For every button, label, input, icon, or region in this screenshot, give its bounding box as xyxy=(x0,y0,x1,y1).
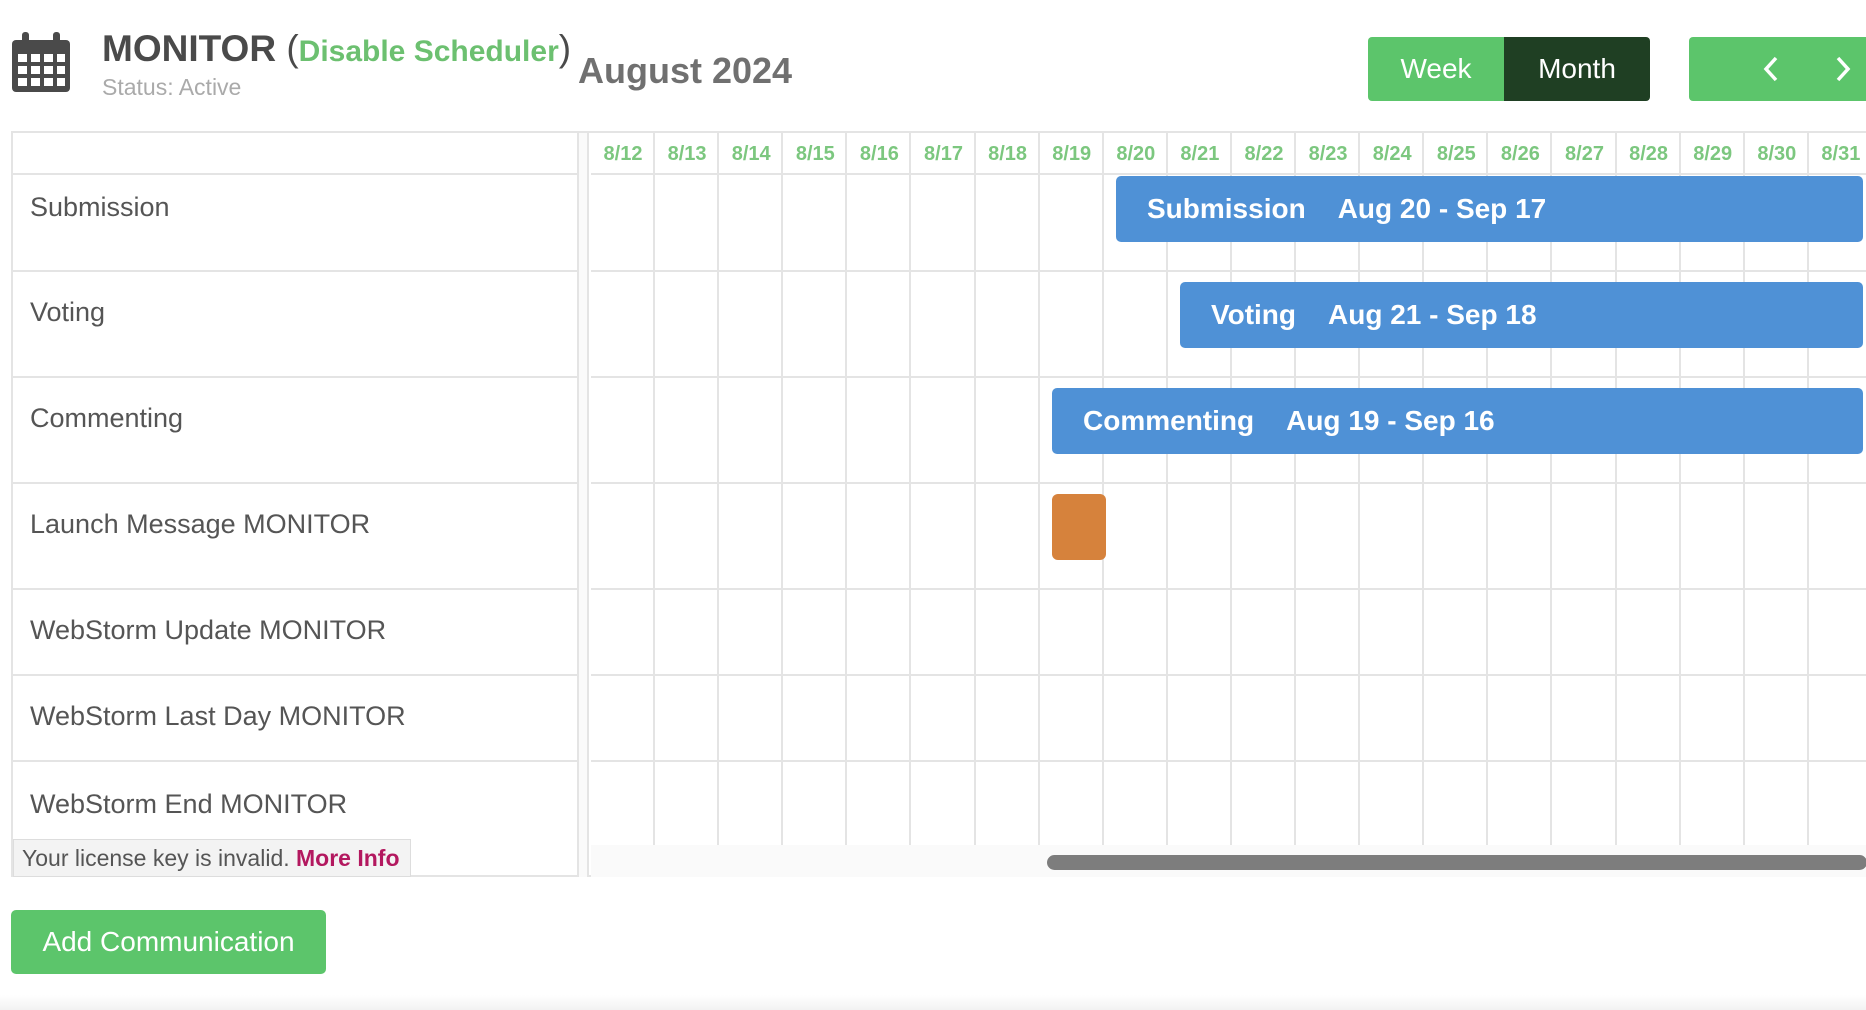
view-switcher: Week Month xyxy=(1368,37,1650,101)
license-text: Your license key is invalid. xyxy=(22,845,290,871)
event-name: Voting xyxy=(1211,299,1297,330)
date-navigation xyxy=(1689,37,1866,101)
pane-splitter[interactable] xyxy=(579,133,589,877)
grid-line xyxy=(591,760,1866,762)
launch-message-event[interactable] xyxy=(1052,494,1106,560)
resource-label: WebStorm Update MONITOR xyxy=(30,615,387,645)
scrollbar-thumb[interactable] xyxy=(1047,855,1866,870)
day-label: 8/18 xyxy=(988,143,1028,165)
grid-line xyxy=(591,482,1866,484)
chevron-right-icon xyxy=(1836,56,1851,82)
resource-label: Launch Message MONITOR xyxy=(30,509,371,539)
day-label: 8/16 xyxy=(859,143,899,165)
scheduler-status: Status: Active xyxy=(102,74,242,100)
resource-row: WebStorm Last Day MONITOR xyxy=(13,676,579,762)
day-column xyxy=(847,133,912,845)
day-label: 8/24 xyxy=(1372,143,1412,165)
resource-row: Voting xyxy=(13,272,579,378)
day-label: 8/14 xyxy=(731,143,771,165)
event-voting[interactable]: Voting Aug 21 - Sep 18 xyxy=(1180,282,1863,348)
day-label: 8/25 xyxy=(1436,143,1476,165)
event-range: Aug 19 - Sep 16 xyxy=(1286,405,1495,436)
day-label: 8/30 xyxy=(1757,143,1797,165)
more-info-link[interactable]: More Info xyxy=(296,845,400,871)
horizontal-scrollbar[interactable] xyxy=(591,845,1866,877)
day-label: 8/23 xyxy=(1308,143,1348,165)
resource-header xyxy=(13,133,579,175)
resource-row: Submission xyxy=(13,175,579,272)
add-communication-button[interactable]: Add Communication xyxy=(11,910,326,974)
grid-line xyxy=(591,588,1866,590)
day-label: 8/27 xyxy=(1565,143,1604,165)
resource-label: WebStorm End MONITOR xyxy=(30,789,348,819)
resource-label: Submission xyxy=(30,192,170,222)
event-name: Submission xyxy=(1147,193,1306,224)
day-label: 8/21 xyxy=(1180,143,1220,165)
next-button[interactable] xyxy=(1813,37,1866,101)
resource-label: Voting xyxy=(30,297,106,327)
page-bottom-edge xyxy=(0,995,1866,1010)
day-label: 8/13 xyxy=(667,143,707,165)
day-label: 8/15 xyxy=(795,143,835,165)
grid-line xyxy=(591,674,1866,676)
day-label: 8/28 xyxy=(1629,143,1669,165)
event-name: Commenting xyxy=(1083,405,1255,436)
grid-line xyxy=(591,173,1866,175)
day-column xyxy=(719,133,784,845)
day-label: 8/20 xyxy=(1116,143,1156,165)
day-column xyxy=(912,133,976,845)
scheduler-name: MONITOR xyxy=(102,28,277,69)
week-view-button[interactable]: Week xyxy=(1368,37,1504,101)
day-label: 8/26 xyxy=(1500,143,1540,165)
scheduler-title: MONITOR (Disable Scheduler) xyxy=(102,28,571,70)
day-column xyxy=(1040,133,1104,845)
grid-line xyxy=(591,376,1866,378)
resource-row: Commenting xyxy=(13,378,579,484)
month-title: August 2024 xyxy=(578,50,793,91)
resource-row: Launch Message MONITOR xyxy=(13,484,579,590)
grid-line xyxy=(591,270,1866,272)
paren-close: ) xyxy=(558,28,572,69)
resource-row: WebStorm Update MONITOR xyxy=(13,590,579,676)
scheduler-header: MONITOR (Disable Scheduler) Status: Acti… xyxy=(0,0,1866,130)
event-submission[interactable]: Submission Aug 20 - Sep 17 xyxy=(1116,176,1863,242)
day-label: 8/31 xyxy=(1821,143,1861,165)
event-range: Aug 21 - Sep 18 xyxy=(1328,299,1537,330)
paren-open: ( xyxy=(286,28,299,69)
scheduler-grid: Submission Voting Commenting Launch Mess… xyxy=(11,131,1866,877)
day-label: 8/12 xyxy=(603,143,643,165)
day-column xyxy=(655,133,720,845)
resource-label: WebStorm Last Day MONITOR xyxy=(30,701,406,731)
day-label: 8/17 xyxy=(924,143,963,165)
day-label: 8/19 xyxy=(1052,143,1092,165)
previous-button[interactable] xyxy=(1741,37,1801,101)
license-notice: Your license key is invalid. More Info xyxy=(13,839,411,877)
disable-scheduler-link[interactable]: Disable Scheduler xyxy=(299,35,559,68)
day-label: 8/22 xyxy=(1244,143,1284,165)
resource-pane: Submission Voting Commenting Launch Mess… xyxy=(13,133,579,877)
day-column xyxy=(783,133,848,845)
calendar-icon xyxy=(12,32,70,92)
month-view-button[interactable]: Month xyxy=(1504,37,1650,101)
event-range: Aug 20 - Sep 17 xyxy=(1337,193,1547,224)
chevron-left-icon xyxy=(1763,56,1778,82)
resource-label: Commenting xyxy=(30,403,184,433)
day-column xyxy=(976,133,1040,845)
day-label: 8/29 xyxy=(1693,143,1733,165)
day-column xyxy=(591,133,656,845)
timeline-pane: 8/12 8/13 8/14 8/15 8/16 8/17 8/18 8/19 8/20 8/21… xyxy=(591,133,1866,877)
event-commenting[interactable]: Commenting Aug 19 - Sep 16 xyxy=(1052,388,1863,454)
